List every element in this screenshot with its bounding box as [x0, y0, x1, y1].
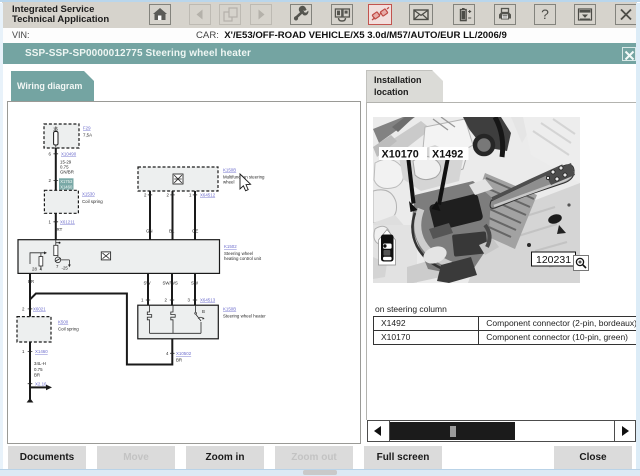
svg-text:F29: F29 [83, 126, 91, 131]
svg-text:X10170: X10170 [382, 149, 419, 161]
svg-text:1: 1 [141, 298, 144, 303]
svg-text:X1460: X1460 [35, 349, 48, 354]
svg-text:?: ? [541, 6, 549, 22]
svg-text:6: 6 [49, 152, 52, 157]
svg-text:X1753: X1753 [60, 179, 73, 184]
svg-text:K500: K500 [58, 320, 69, 325]
svg-text:X61211: X61211 [60, 220, 75, 225]
svg-text:1: 1 [49, 220, 52, 225]
svg-text:4: 4 [166, 351, 169, 356]
svg-text:15: 15 [53, 127, 58, 132]
svg-text:Coil spring: Coil spring [58, 327, 79, 332]
svg-text:X1530: X1530 [82, 192, 95, 197]
svg-text:X1460: X1460 [60, 184, 73, 189]
svg-text:X2.16: X2.16 [35, 382, 47, 387]
svg-text:K1502: K1502 [224, 244, 237, 249]
svg-text:GE: GE [192, 229, 198, 234]
svg-text:120231: 120231 [536, 254, 571, 266]
svg-text:BR: BR [176, 358, 182, 363]
svg-text:Steering wheel heater: Steering wheel heater [223, 314, 266, 319]
svg-text:2: 2 [167, 193, 170, 198]
svg-text:K150B: K150B [223, 307, 236, 312]
svg-text:GN/BR: GN/BR [60, 170, 74, 175]
svg-text:BR: BR [28, 279, 34, 284]
svg-text:2: 2 [165, 298, 168, 303]
svg-text:Coil spring: Coil spring [82, 199, 103, 204]
svg-text:-25: -25 [62, 266, 69, 271]
svg-text:X10490: X10490 [61, 152, 77, 157]
svg-text:BL: BL [169, 229, 175, 234]
svg-text:B: B [202, 309, 205, 314]
svg-text:X64513: X64513 [200, 298, 216, 303]
svg-text:GN: GN [146, 229, 153, 234]
svg-text:2: 2 [49, 178, 52, 183]
svg-text:SW: SW [144, 281, 152, 286]
svg-text:1: 1 [189, 193, 192, 198]
svg-text:X6021: X6021 [33, 307, 46, 312]
svg-text:28: 28 [32, 267, 37, 272]
svg-text:heating control unit: heating control unit [224, 256, 262, 261]
svg-text:X1492: X1492 [432, 149, 463, 161]
svg-text:X10502: X10502 [176, 351, 192, 356]
svg-text:BR: BR [34, 373, 40, 378]
svg-text:1: 1 [22, 349, 25, 354]
svg-text:34L-H: 34L-H [34, 361, 46, 366]
svg-text:7,5A: 7,5A [83, 133, 92, 138]
svg-text:2: 2 [22, 307, 25, 312]
svg-text:3: 3 [188, 298, 191, 303]
svg-text:K150B: K150B [223, 168, 236, 173]
svg-text:SW/WS: SW/WS [163, 281, 178, 286]
svg-text:2: 2 [144, 193, 147, 198]
svg-text:RT: RT [57, 227, 63, 232]
svg-text:0.75: 0.75 [34, 367, 43, 372]
svg-text:SW: SW [191, 281, 199, 286]
svg-text:X64512: X64512 [200, 193, 216, 198]
svg-text:wheel: wheel [223, 180, 234, 185]
